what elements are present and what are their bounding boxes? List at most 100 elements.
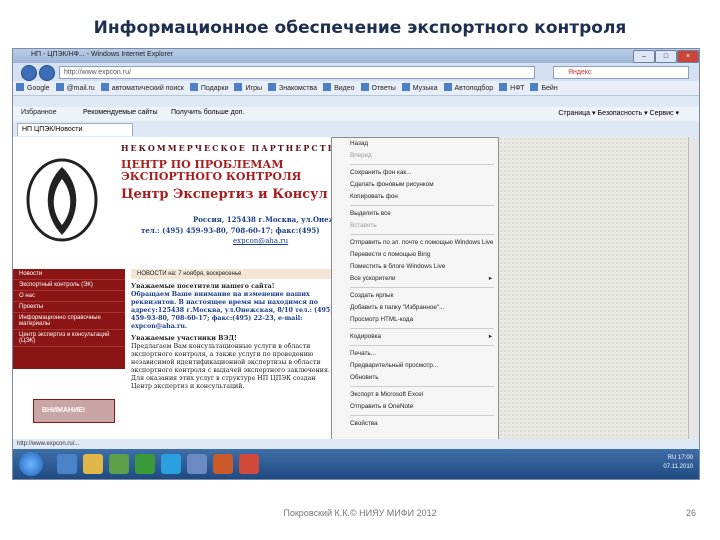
favorites-button[interactable]: Избранное	[21, 109, 56, 116]
taskbar: RU 17:00 07.11.2010	[13, 449, 699, 479]
window-titlebar: НП - ЦПЭК/НФ... - Windows Internet Explo…	[13, 49, 699, 63]
context-menu-item[interactable]: Кодировка ▸	[332, 331, 498, 343]
search-input[interactable]: Яндекс	[553, 66, 689, 79]
toolbar-link[interactable]: Автоподбор	[455, 85, 494, 92]
toolbar-icon	[189, 83, 198, 91]
site-email[interactable]: expcon@aha.ru	[233, 237, 288, 245]
toolbar-link[interactable]: Видео	[334, 85, 354, 92]
context-menu-item[interactable]: Выделить все	[332, 208, 498, 220]
notice-body: Обращаем Ваше внимание на изменение наши…	[131, 291, 334, 330]
toolbar-link[interactable]: Бейн	[541, 85, 557, 92]
slide-title: Информационное обеспечение экспортного к…	[93, 18, 627, 38]
favorites-item[interactable]: Получить больше доп.	[171, 109, 244, 116]
site-address: Россия, 125438 г.Москва, ул.Онежск	[193, 215, 346, 224]
browser-tab[interactable]: НП ЦПЭК/Новости	[17, 123, 133, 136]
site-subheading: Центр Экспертиз и Консул	[121, 187, 328, 202]
forward-icon[interactable]	[39, 65, 55, 81]
context-menu-item[interactable]: Копировать фон	[332, 191, 498, 203]
toolbar-icon	[530, 83, 539, 91]
ie-icon[interactable]	[57, 454, 77, 474]
ved-body: Предлагаем Вам консультационные услуги в…	[131, 343, 330, 390]
back-icon[interactable]	[21, 65, 37, 81]
sidebar-item[interactable]: О нас	[13, 291, 125, 302]
news-header: НОВОСТИ на: 7 ноября, воскресенье	[131, 269, 337, 279]
site-logo	[26, 158, 98, 242]
chrome-icon[interactable]	[239, 454, 259, 474]
app-icon[interactable]	[135, 454, 155, 474]
window-title: НП - ЦПЭК/НФ... - Windows Internet Explo…	[31, 51, 174, 58]
context-menu-item[interactable]: Перевести с помощью Bing	[332, 249, 498, 261]
context-menu-item[interactable]: Экспорт в Microsoft Excel	[332, 389, 498, 401]
context-menu-item[interactable]: Сделать фоновым рисунком	[332, 179, 498, 191]
context-menu-item[interactable]: Все ускорители ▸	[332, 273, 498, 285]
sidebar-item[interactable]: Экспортный контроль (ЭК)	[13, 280, 125, 291]
context-menu-item[interactable]: Создать ярлык	[332, 290, 498, 302]
toolbar-icon	[268, 83, 276, 91]
toolbar-link[interactable]: Музыка	[413, 85, 438, 92]
sidebar-item[interactable]: Информационно справочные материалы	[13, 313, 125, 330]
org-name: НЕКОММЕРЧЕСКОЕ ПАРТНЕРСТВО	[121, 143, 346, 153]
toolbar-icon	[16, 83, 24, 91]
favorites-item[interactable]: Рекомендуемые сайты	[83, 109, 157, 116]
toolbar-link[interactable]: Игры	[245, 85, 262, 92]
tools-menu[interactable]: Сервис	[650, 110, 674, 117]
context-menu-item[interactable]: Поместить в блоге Windows Live	[332, 261, 498, 273]
powerpoint-icon[interactable]	[213, 454, 233, 474]
command-tools[interactable]: Страница ▾ Безопасность ▾ Сервис ▾	[558, 109, 679, 117]
browser-screenshot: НП - ЦПЭК/НФ... - Windows Internet Explo…	[12, 48, 700, 480]
page-menu[interactable]: Страница	[558, 110, 590, 117]
status-bar: http://www.expcon.ru/...	[13, 439, 699, 449]
context-menu-item[interactable]: Отправить по эл. почте с помощью Windows…	[332, 237, 498, 249]
app2-icon[interactable]	[187, 454, 207, 474]
context-menu-item[interactable]: Вперед	[332, 150, 498, 162]
context-menu-item[interactable]: Вставить	[332, 220, 498, 232]
media-icon[interactable]	[109, 454, 129, 474]
toolbar-icon	[360, 83, 369, 91]
scrollbar[interactable]	[688, 137, 699, 439]
toolbar-link[interactable]: НФТ	[510, 85, 524, 92]
toolbar-link[interactable]: Подарки	[201, 85, 229, 92]
context-menu-item[interactable]: Сохранить фон как...	[332, 167, 498, 179]
lang-indicator[interactable]: RU	[668, 455, 677, 461]
maximize-button[interactable]: □	[655, 50, 677, 63]
context-menu-item[interactable]: Просмотр HTML-кода	[332, 314, 498, 326]
sidebar-item[interactable]: Центр экспертиз и консультаций (ЦЭК)	[13, 330, 125, 347]
toolbar-link[interactable]: @mail.ru	[67, 85, 95, 92]
toolbar-icon	[443, 83, 452, 91]
menu-separator	[350, 345, 494, 346]
sidebar-item[interactable]: Новости	[13, 269, 125, 280]
toolbar-link[interactable]: Ответы	[372, 85, 396, 92]
explorer-icon[interactable]	[83, 454, 103, 474]
context-menu-item[interactable]: Свойства	[332, 418, 498, 430]
start-button[interactable]	[19, 452, 43, 476]
context-menu-item[interactable]: Назад	[332, 138, 498, 150]
context-menu-item[interactable]: Предварительный просмотр...	[332, 360, 498, 372]
url-input[interactable]: http://www.expcon.ru/	[59, 66, 535, 79]
context-menu-item[interactable]: Печать...	[332, 348, 498, 360]
toolbar-link[interactable]: Google	[27, 85, 50, 92]
ved-title: Уважаемые участники ВЭД!	[131, 335, 237, 342]
slide-page-number: 26	[685, 508, 696, 518]
submenu-arrow-icon: ▸	[488, 275, 492, 282]
banner-text: ВНИМАНИЕ!	[42, 407, 86, 414]
close-button[interactable]: ×	[677, 50, 699, 63]
site-sidebar: Новости Экспортный контроль (ЭК) О нас Прое…	[13, 269, 125, 369]
context-menu-item[interactable]: Добавить в папку "Избранное"...	[332, 302, 498, 314]
toolbar-link[interactable]: автоматический поиск	[112, 85, 184, 92]
page-background-texture	[483, 137, 688, 439]
news-body: Уважаемые посетители нашего сайта! Обращ…	[131, 283, 336, 391]
menu-separator	[350, 415, 494, 416]
system-tray: RU 17:00 07.11.2010	[663, 454, 693, 472]
minimize-button[interactable]: –	[633, 50, 655, 63]
menu-separator	[350, 328, 494, 329]
toolbar-links: Google @mail.ru автоматический поиск Подарк…	[13, 81, 699, 96]
site-phone: тел.: (495) 459-93-80, 708-60-17; факс:(…	[141, 226, 320, 235]
toolbar-icon	[323, 83, 332, 91]
site-banner[interactable]: ВНИМАНИЕ!	[33, 399, 115, 423]
skype-icon[interactable]	[161, 454, 181, 474]
toolbar-link[interactable]: Знакомства	[279, 85, 317, 92]
context-menu-item[interactable]: Отправить в OneNote	[332, 401, 498, 413]
context-menu-item[interactable]: Обновить	[332, 372, 498, 384]
safety-menu[interactable]: Безопасность	[597, 110, 642, 117]
sidebar-item[interactable]: Проекты	[13, 302, 125, 313]
